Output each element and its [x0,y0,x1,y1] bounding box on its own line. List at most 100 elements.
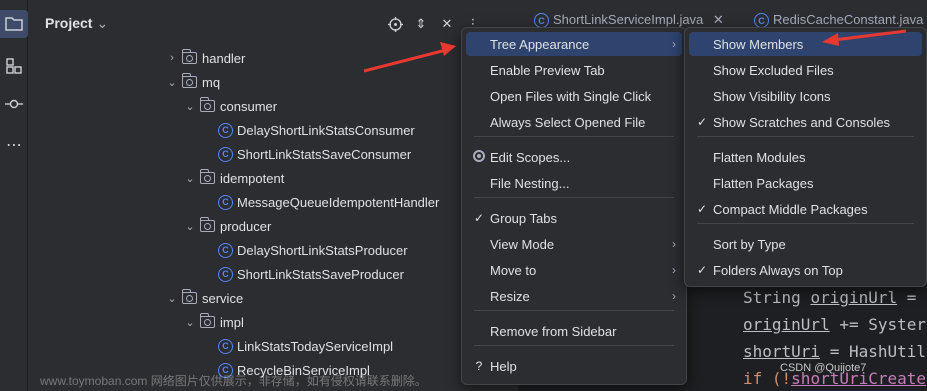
menu-item-help[interactable]: ? Help [466,354,682,378]
menu-item-tree-appearance[interactable]: Tree Appearance › [466,32,682,56]
tree-item-label: DelayShortLinkStatsProducer [237,242,408,258]
menu-item-edit-scopes[interactable]: Edit Scopes... [466,145,682,169]
tree-class-row[interactable]: C ShortLinkStatsSaveConsumer [200,142,411,166]
tree-item-label: handler [202,50,246,66]
package-folder-icon [182,289,197,304]
close-icon[interactable]: ✕ [439,16,455,32]
menu-item-group-tabs[interactable]: ✓ Group Tabs [466,206,682,230]
activity-bar: ⋯ [0,0,28,391]
package-folder-icon [182,49,197,64]
submenu-item-sort-by-type[interactable]: Sort by Type [689,232,922,256]
tree-folder-row[interactable]: ⌄ consumer [182,94,277,118]
chevron-down-icon[interactable]: ⌄ [182,316,198,329]
code-token: = [897,288,917,307]
code-token: += Syster [829,315,927,334]
editor-tab-label: ShortLinkServiceImpl.java [553,12,704,27]
tree-class-row[interactable]: C DelayShortLinkStatsConsumer [200,118,415,142]
submenu-item-folders-always-on-top[interactable]: ✓ Folders Always on Top [689,258,922,282]
chevron-down-icon[interactable]: ⌄ [164,292,180,305]
tree-folder-row[interactable]: › handler [164,46,245,70]
package-folder-icon [200,217,215,232]
menu-item-label: Resize [490,288,530,304]
tree-folder-row[interactable]: ⌄ service [164,286,243,310]
menu-item-label: Remove from Sidebar [490,323,617,339]
menu-item-label: File Nesting... [490,175,570,191]
editor-tab[interactable]: C RedisCacheConstant.java [754,12,924,29]
tree-class-row[interactable]: C LinkStatsTodayServiceImpl [200,334,393,358]
more-tools-icon[interactable]: ⋯ [0,130,28,158]
watermark-bottom: www.toymoban.com 网络图片仅供展示，非存储，如有侵权请联系删除。 [40,374,427,388]
code-line[interactable]: String originUrl = [743,288,916,307]
menu-item-enable-preview-tab[interactable]: Enable Preview Tab [466,58,682,82]
chevron-down-icon[interactable]: ⌄ [182,172,198,185]
tree-item-label: mq [202,74,221,90]
submenu-item-label: Show Excluded Files [713,62,834,78]
locate-file-icon[interactable] [387,16,403,32]
check-icon: ✓ [696,115,708,129]
editor-tab[interactable]: C ShortLinkServiceImpl.java ✕ [534,12,724,29]
chevron-down-icon[interactable]: ⌄ [182,100,198,113]
submenu-item-label: Flatten Modules [713,149,806,165]
tree-folder-row[interactable]: ⌄ idempotent [182,166,284,190]
tree-class-row[interactable]: C DelayShortLinkStatsProducer [200,238,408,262]
menu-item-remove-from-sidebar[interactable]: Remove from Sidebar [466,319,682,343]
chevron-down-icon: ⌄ [96,15,109,31]
annotation-arrow-icon [822,29,907,46]
tab-close-icon[interactable]: ✕ [713,12,724,27]
menu-item-view-mode[interactable]: View Mode › [466,232,682,256]
commit-tool-icon[interactable] [0,90,28,118]
editor-tab-label: RedisCacheConstant.java [773,12,924,27]
radio-icon [472,149,486,165]
menu-item-label: Always Select Opened File [490,114,646,130]
submenu-item-show-excluded-files[interactable]: Show Excluded Files [689,58,922,82]
tree-folder-row[interactable]: ⌄ mq [164,70,220,94]
tree-folder-row[interactable]: ⌄ impl [182,310,244,334]
class-icon: C [218,266,233,282]
tree-class-row[interactable]: C ShortLinkStatsSaveProducer [200,262,404,286]
submenu-item-label: Show Members [713,36,804,52]
chevron-down-icon[interactable]: ⌄ [164,76,180,89]
menu-item-label: Group Tabs [490,210,557,226]
menu-item-file-nesting[interactable]: File Nesting... [466,171,682,195]
tree-item-label: ShortLinkStatsSaveConsumer [237,146,412,162]
code-line[interactable]: shortUri = HashUtil [743,342,926,361]
tree-item-label: consumer [220,98,278,114]
code-line[interactable]: originUrl += Syster [743,315,926,334]
chevron-right-icon: › [672,37,676,51]
submenu-item-show-scratches-and-consoles[interactable]: ✓ Show Scratches and Consoles [689,110,922,134]
structure-tool-icon[interactable] [0,52,28,80]
code-token: originUrl [810,288,898,307]
package-folder-icon [200,97,215,112]
menu-separator [474,310,674,311]
chevron-right-icon: › [672,237,676,251]
class-icon: C [218,194,233,210]
submenu-item-show-visibility-icons[interactable]: Show Visibility Icons [689,84,922,108]
expand-collapse-icon[interactable]: ⇕ [413,16,429,32]
submenu-item-label: Sort by Type [713,236,786,252]
tree-folder-row[interactable]: ⌄ producer [182,214,271,238]
menu-separator [474,345,674,346]
menu-item-resize[interactable]: Resize › [466,284,682,308]
menu-item-always-select-opened-file[interactable]: Always Select Opened File [466,110,682,134]
menu-item-label: Tree Appearance [490,36,590,52]
project-tool-icon[interactable] [0,10,28,38]
menu-item-label: Move to [490,262,537,278]
menu-item-open-files-with-single-click[interactable]: Open Files with Single Click [466,84,682,108]
menu-item-move-to[interactable]: Move to › [466,258,682,282]
tree-class-row[interactable]: C MessageQueueIdempotentHandler [200,190,439,214]
submenu-item-flatten-packages[interactable]: Flatten Packages [689,171,922,195]
code-token: originUrl [743,315,830,334]
panel-title[interactable]: Project ⌄ [45,15,108,32]
class-icon: C [218,122,233,138]
tree-item-label: idempotent [220,170,285,186]
submenu-item-compact-middle-packages[interactable]: ✓ Compact Middle Packages [689,197,922,221]
menu-separator [474,197,674,198]
submenu-item-flatten-modules[interactable]: Flatten Modules [689,145,922,169]
chevron-down-icon[interactable]: ⌄ [182,220,198,233]
submenu-item-label: Folders Always on Top [713,262,843,278]
menu-separator [697,223,914,224]
chevron-right-icon[interactable]: › [164,52,180,64]
watermark: CSDN @Quijote7 [780,362,867,374]
check-icon: ✓ [473,211,485,225]
class-icon: C [534,13,549,29]
